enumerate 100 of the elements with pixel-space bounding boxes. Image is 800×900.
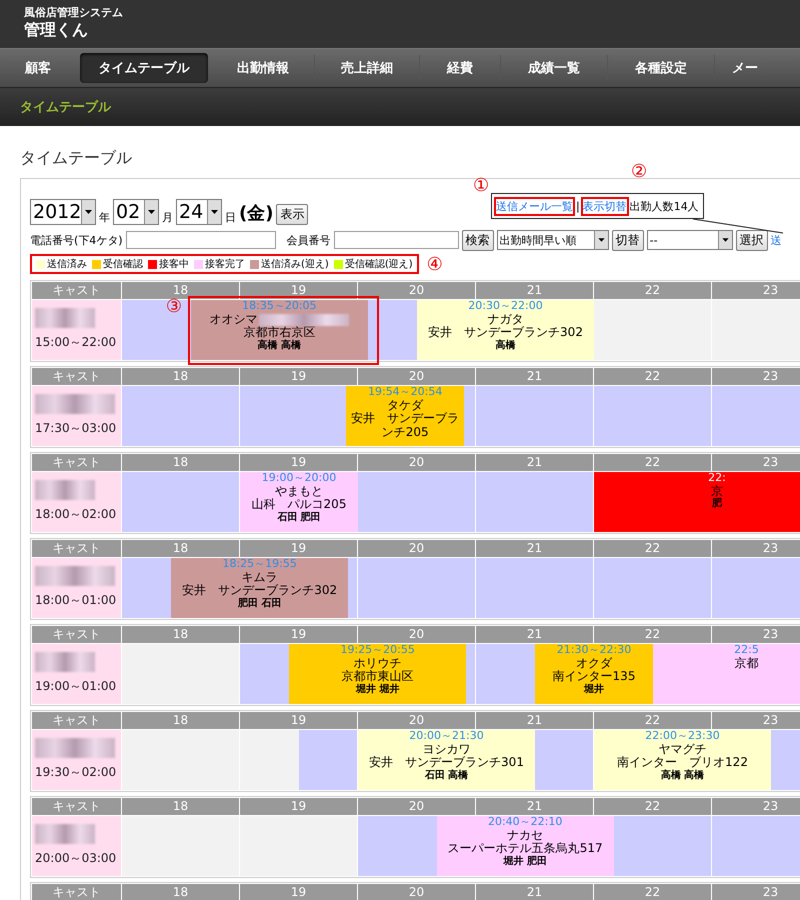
nav-tab[interactable]: 成績一覧 — [501, 53, 607, 83]
phone-label: 電話番号(下4ケタ) — [30, 232, 123, 248]
customer-name: オオシマ — [209, 312, 258, 326]
day-select[interactable]: 24 — [176, 199, 222, 225]
booking-time: 20:30～22:00 — [468, 300, 543, 313]
booking-address: 京 — [711, 484, 723, 498]
year-select[interactable]: 2012 — [30, 199, 96, 225]
hour-header: 19 — [240, 884, 358, 900]
hour-header: 20 — [358, 540, 476, 557]
booking-time: 21:30～22:30 — [556, 644, 632, 657]
booking-address: 安井 サンデーブランチ302 — [182, 584, 338, 598]
booking-block[interactable]: 20:00～21:30 ヨシカワ 安井 サンデーブランチ301 石田 高橋 — [358, 730, 535, 790]
show-button[interactable]: 表示 — [276, 204, 308, 225]
weekday-label: (金) — [239, 202, 274, 225]
booking-block[interactable]: 20:40～22:10 ナカセ スーパーホテル五条烏丸517 堀井 肥田 — [436, 816, 614, 876]
nav-tab[interactable]: タイムテーブル — [80, 53, 208, 83]
booking-address: 南インター ブリオ122 — [617, 756, 748, 770]
member-label: 会員番号 — [286, 232, 331, 248]
header-link[interactable]: 表示切替 — [582, 198, 627, 214]
month-select[interactable]: 02 — [113, 199, 159, 225]
booking-block[interactable]: 19:54～20:54 タケダ 安井 サンデーブランチ205 — [346, 386, 464, 446]
status-label: 送信済み — [47, 258, 87, 271]
booking-time: 22:5 — [734, 644, 759, 657]
hour-header: 21 — [476, 712, 594, 729]
hour-header: 20 — [358, 282, 476, 299]
cast-column-header: キャスト — [32, 454, 122, 471]
driver-names: 肥 — [712, 498, 722, 510]
cast-column-header: キャスト — [32, 368, 122, 385]
booking-block[interactable]: 20:30～22:00 ナガタ 安井 サンデーブランチ302 高橋 — [417, 300, 594, 360]
filter-select[interactable]: -- — [646, 230, 733, 250]
booking-block[interactable]: 19:25～20:55 ホリウチ 京都市東山区 堀井 堀井 — [289, 644, 466, 704]
driver-names: 高橋 — [496, 340, 516, 352]
header-link[interactable]: 送信メール一覧 — [496, 198, 573, 214]
select-button[interactable]: 選択 — [736, 230, 768, 250]
status-label: 送信済み(迎え) — [261, 258, 329, 271]
hour-header: 18 — [122, 626, 240, 643]
cast-column-header: キャスト — [32, 884, 122, 900]
booking-address: 南インター135 — [552, 670, 636, 684]
booking-time: 18:25～19:55 — [222, 558, 297, 571]
customer-name: ヤマグチ — [658, 742, 706, 756]
booking-block[interactable]: 19:00～20:00 やまもと 山科 パルコ205 石田 肥田 — [240, 472, 358, 532]
cut-link[interactable]: 送 — [770, 232, 782, 248]
blurred-name-placeholder — [35, 308, 95, 328]
hour-header: 20 — [358, 712, 476, 729]
booking-block[interactable]: 22:00～23:30 ヤマグチ 南インター ブリオ122 高橋 高橋 — [594, 730, 771, 790]
booking-address: 安井 サンデーブランチ302 — [428, 326, 583, 340]
switch-button[interactable]: 切替 — [612, 230, 644, 250]
booking-block[interactable]: 22: 京 肥 — [594, 472, 800, 532]
booking-time: 22:00～23:30 — [645, 730, 720, 743]
nav-tab[interactable]: 顧客 — [0, 53, 76, 83]
phone-input[interactable] — [126, 231, 276, 249]
hour-header: 22 — [594, 798, 712, 815]
hour-header: 23 — [712, 798, 800, 815]
nav-tab[interactable]: 売上詳細 — [315, 53, 419, 83]
hour-header: 20 — [358, 798, 476, 815]
booking-block[interactable]: 18:25～19:55 キムラ 安井 サンデーブランチ302 肥田 石田 — [171, 558, 348, 618]
shift-time: 20:00～03:00 — [35, 850, 118, 867]
nav-tab[interactable]: 各種設定 — [608, 53, 714, 83]
hour-header: 21 — [476, 454, 594, 471]
shift-time: 15:00～22:00 — [35, 334, 118, 351]
booking-block[interactable]: 18:35～20:05 オオシマ 京都市右京区 高橋 高橋 — [190, 300, 368, 360]
customer-name: タケダ — [387, 398, 424, 412]
booking-time: 19:00～20:00 — [262, 472, 336, 485]
month-label: 月 — [162, 210, 173, 225]
blurred-name-placeholder — [35, 652, 95, 672]
nav-tab[interactable]: 経費 — [420, 53, 500, 83]
hour-header: 20 — [358, 368, 476, 385]
cast-column-header: キャスト — [32, 798, 122, 815]
hour-header: 23 — [712, 712, 800, 729]
sort-select[interactable]: 出勤時間早い順 — [496, 230, 609, 250]
annotation-number: ③ — [166, 298, 182, 316]
booking-time: 20:40～22:10 — [488, 816, 562, 829]
booking-time: 22: — [708, 472, 726, 485]
hour-header: 22 — [594, 282, 712, 299]
booking-block[interactable]: 22:5 京都 — [653, 644, 800, 704]
customer-name: ホリウチ — [354, 656, 402, 670]
hour-header: 23 — [712, 282, 800, 299]
hour-header: 20 — [358, 884, 476, 900]
status-label: 接客中 — [159, 258, 189, 271]
nav-tab[interactable]: メー — [715, 53, 775, 83]
booking-block[interactable]: 21:30～22:30 オクダ 南インター135 堀井 — [535, 644, 653, 704]
driver-names: 高橋 高橋 — [660, 770, 704, 782]
nav-tab[interactable]: 出勤情報 — [212, 53, 314, 83]
booking-address: 京都市東山区 — [342, 670, 414, 684]
booking-address: 山科 パルコ205 — [252, 498, 346, 512]
search-button[interactable]: 検索 — [462, 230, 494, 250]
hour-header: 22 — [594, 454, 712, 471]
driver-names: 堀井 — [584, 684, 604, 696]
customer-name: やまもと — [275, 484, 323, 498]
year-label: 年 — [99, 210, 110, 225]
customer-name: ナカセ — [507, 828, 544, 842]
day-label: 日 — [225, 210, 236, 225]
member-input[interactable] — [334, 231, 459, 249]
sub-nav-link[interactable]: タイムテーブル — [20, 98, 111, 116]
hour-header: 23 — [712, 626, 800, 643]
status-label: 受信確認(迎え) — [344, 258, 413, 271]
driver-names: 石田 高橋 — [424, 770, 468, 782]
booking-address: 安井 サンデーブランチ205 — [350, 412, 460, 440]
shift-time: 18:00～02:00 — [35, 506, 118, 523]
customer-name: ナガタ — [488, 312, 524, 326]
